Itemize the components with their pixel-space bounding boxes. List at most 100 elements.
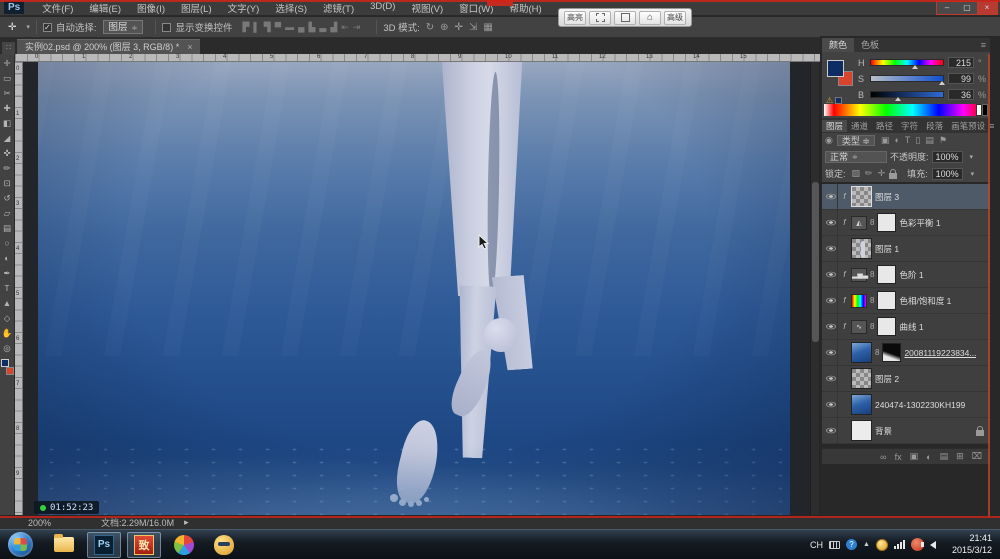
shape-tool[interactable]: ◇ <box>1 311 14 326</box>
color-spectrum-bar[interactable] <box>824 104 988 116</box>
3d-mode-icon[interactable]: ↻ <box>426 22 434 33</box>
align-icon[interactable]: ▌ <box>253 22 259 33</box>
layer-name[interactable]: 色阶 1 <box>899 269 923 281</box>
taskbar-photoshop[interactable]: Ps <box>87 532 121 558</box>
layer-row[interactable]: 8 20081119223834... <box>822 340 990 366</box>
tab-路径[interactable]: 路径 <box>872 120 897 132</box>
opacity-value[interactable]: 100% <box>932 151 963 163</box>
mask-link-icon[interactable]: 8 <box>870 322 874 331</box>
3d-mode-icon[interactable]: ⊕ <box>440 22 448 33</box>
rectangle-icon[interactable] <box>614 11 636 25</box>
visibility-eye-icon[interactable] <box>824 210 838 235</box>
layer-row[interactable]: f8色相/饱和度 1 <box>822 288 990 314</box>
foreground-color-swatch[interactable] <box>827 60 844 77</box>
3d-mode-icon[interactable]: ✛ <box>455 22 463 33</box>
align-icon[interactable]: ▟ <box>330 22 337 33</box>
saturation-value[interactable]: 99 <box>948 73 974 84</box>
layer-thumbnail[interactable] <box>851 368 872 389</box>
canvas[interactable] <box>38 62 790 515</box>
align-icon[interactable]: ▄ <box>298 22 304 33</box>
smart-object-filter-icon[interactable]: ▤ <box>925 135 934 146</box>
restore-button[interactable]: ▢ <box>957 2 977 14</box>
move-tool[interactable]: ✛ <box>1 56 14 71</box>
mask-link-icon[interactable]: 8 <box>870 270 874 279</box>
hue-value[interactable]: 215 <box>948 57 974 68</box>
saturation-slider[interactable] <box>870 75 944 82</box>
brush-tool[interactable]: ✏ <box>1 161 14 176</box>
marquee-tool[interactable]: ▭ <box>1 71 14 86</box>
lock-transparency-icon[interactable]: ▨ <box>852 168 861 179</box>
hand-tool[interactable]: ✋ <box>1 326 14 341</box>
new-layer-icon[interactable]: ⊞ <box>956 451 964 462</box>
layer-thumbnail[interactable] <box>851 238 872 259</box>
hue-slider[interactable] <box>870 59 944 66</box>
crop-tool[interactable]: ◧ <box>1 116 14 131</box>
coin-icon[interactable] <box>876 539 888 551</box>
chevron-down-icon[interactable]: ▾ <box>971 170 975 178</box>
visibility-eye-icon[interactable] <box>824 314 838 339</box>
taskbar-browser[interactable] <box>167 532 201 558</box>
history-brush-tool[interactable]: ↺ <box>1 191 14 206</box>
panel-menu-icon[interactable]: ≡ <box>981 40 990 50</box>
background-color-swatch[interactable] <box>6 367 14 375</box>
layer-name[interactable]: 图层 1 <box>875 243 899 255</box>
scrollbar-thumb[interactable] <box>812 182 819 342</box>
mask-link-icon[interactable]: 8 <box>870 296 874 305</box>
zoom-level-field[interactable]: 200% <box>28 518 51 528</box>
volume-icon[interactable] <box>930 541 936 549</box>
visibility-eye-icon[interactable] <box>824 340 838 365</box>
menu-item-文字(Y)[interactable]: 文字(Y) <box>220 0 268 16</box>
layer-mask-icon[interactable]: ▣ <box>910 451 919 462</box>
close-button[interactable]: × <box>977 2 997 14</box>
menu-item-图像(I)[interactable]: 图像(I) <box>129 0 173 16</box>
layer-group-icon[interactable]: ▤ <box>940 451 949 462</box>
shape-filter-icon[interactable]: ▯ <box>915 135 920 146</box>
mask-link-icon[interactable]: 8 <box>875 348 879 357</box>
recorder-advanced-button[interactable]: 高级 <box>664 11 686 25</box>
show-transform-checkbox[interactable] <box>162 23 171 32</box>
lasso-tool[interactable]: ✂ <box>1 86 14 101</box>
layer-mask-thumbnail[interactable] <box>877 291 896 310</box>
language-indicator[interactable]: CH <box>810 540 823 550</box>
type-filter-icon[interactable]: T <box>905 135 911 146</box>
dodge-tool[interactable]: ◐ <box>1 251 14 266</box>
3d-mode-icon[interactable]: ▦ <box>483 22 492 33</box>
taskbar-qq[interactable] <box>207 532 241 558</box>
visibility-eye-icon[interactable] <box>824 392 838 417</box>
layer-name[interactable]: 色彩平衡 1 <box>899 217 940 229</box>
layer-name[interactable]: 背景 <box>875 425 892 437</box>
keyboard-icon[interactable] <box>829 541 840 549</box>
link-layers-icon[interactable]: ∞ <box>880 452 886 462</box>
layer-mask-thumbnail[interactable] <box>882 343 901 362</box>
align-icon[interactable]: ▀ <box>275 22 281 33</box>
tool-color-swatches[interactable] <box>1 359 14 375</box>
vertical-scrollbar[interactable] <box>810 62 819 515</box>
ruler-left[interactable]: 0123456789 <box>15 62 23 515</box>
adjustment-layer-icon[interactable]: ◐ <box>926 452 931 462</box>
align-icon[interactable]: ▙ <box>308 22 315 33</box>
healing-brush-tool[interactable]: ✜ <box>1 146 14 161</box>
clone-stamp-tool[interactable]: ⊡ <box>1 176 14 191</box>
align-icon[interactable]: ⇤ <box>341 22 349 33</box>
quick-select-tool[interactable]: ✚ <box>1 101 14 116</box>
layer-mask-thumbnail[interactable] <box>877 265 896 284</box>
layer-row[interactable]: 图层 2 <box>822 366 990 392</box>
minimize-button[interactable]: – <box>937 2 957 14</box>
tab-通道[interactable]: 通道 <box>847 120 872 132</box>
fill-value[interactable]: 100% <box>932 168 963 180</box>
lock-position-icon[interactable]: ✛ <box>878 168 886 179</box>
taskbar-zhi-app[interactable]: 致 <box>127 532 161 558</box>
blend-mode-dropdown[interactable]: 正常≑ <box>825 151 887 163</box>
layer-row[interactable]: 背景 <box>822 418 990 444</box>
align-icon[interactable]: ▛ <box>242 22 249 33</box>
lock-all-icon[interactable] <box>889 173 897 179</box>
mask-link-icon[interactable]: 8 <box>870 218 874 227</box>
layer-name[interactable]: 20081119223834... <box>904 348 976 358</box>
align-icon[interactable]: ▜ <box>264 22 271 33</box>
visibility-eye-icon[interactable] <box>824 236 838 261</box>
pen-tool[interactable]: ✒ <box>1 266 14 281</box>
chevron-down-icon[interactable]: ▾ <box>26 23 30 31</box>
type-tool[interactable]: T <box>1 281 14 296</box>
menu-item-视图(V)[interactable]: 视图(V) <box>403 0 451 16</box>
layer-name[interactable]: 色相/饱和度 1 <box>899 295 951 307</box>
